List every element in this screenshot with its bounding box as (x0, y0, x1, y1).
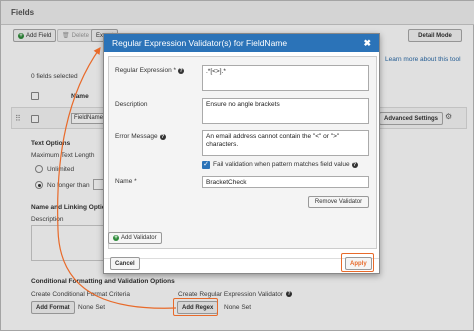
validator-panel: Regular Expression * ? .*[<>].* Descript… (108, 56, 377, 249)
regex-textarea[interactable]: .*[<>].* (202, 65, 369, 91)
dialog-header: Regular Expression Validator(s) for Fiel… (104, 34, 379, 52)
error-message-label: Error Message ? (115, 133, 166, 140)
regex-validator-dialog: Regular Expression Validator(s) for Fiel… (103, 33, 380, 274)
help-icon[interactable]: ? (159, 133, 166, 140)
name-input[interactable]: BracketCheck (202, 176, 369, 188)
add-regex-highlight (173, 298, 218, 316)
apply-highlight (341, 253, 374, 272)
help-icon[interactable]: ? (178, 67, 185, 74)
add-validator-button[interactable]: + Add Validator (108, 232, 162, 244)
close-icon[interactable]: ✖ (363, 38, 371, 49)
description-textarea[interactable]: Ensure no angle brackets (202, 98, 369, 124)
fail-validation-label: Fail validation when pattern matches fie… (213, 161, 358, 168)
regex-label: Regular Expression * ? (115, 67, 185, 74)
fail-validation-checkbox[interactable]: ✓ (202, 161, 210, 169)
name-label: Name * (115, 178, 137, 185)
cancel-button[interactable]: Cancel (110, 257, 140, 270)
help-icon[interactable]: ? (351, 161, 358, 168)
error-message-textarea[interactable]: An email address cannot contain the "<" … (202, 130, 369, 156)
plus-icon: + (113, 235, 119, 241)
description-label: Description (115, 101, 148, 108)
dialog-title: Regular Expression Validator(s) for Fiel… (112, 38, 288, 48)
remove-validator-button[interactable]: Remove Validator (308, 196, 369, 208)
footer-divider (104, 258, 379, 259)
